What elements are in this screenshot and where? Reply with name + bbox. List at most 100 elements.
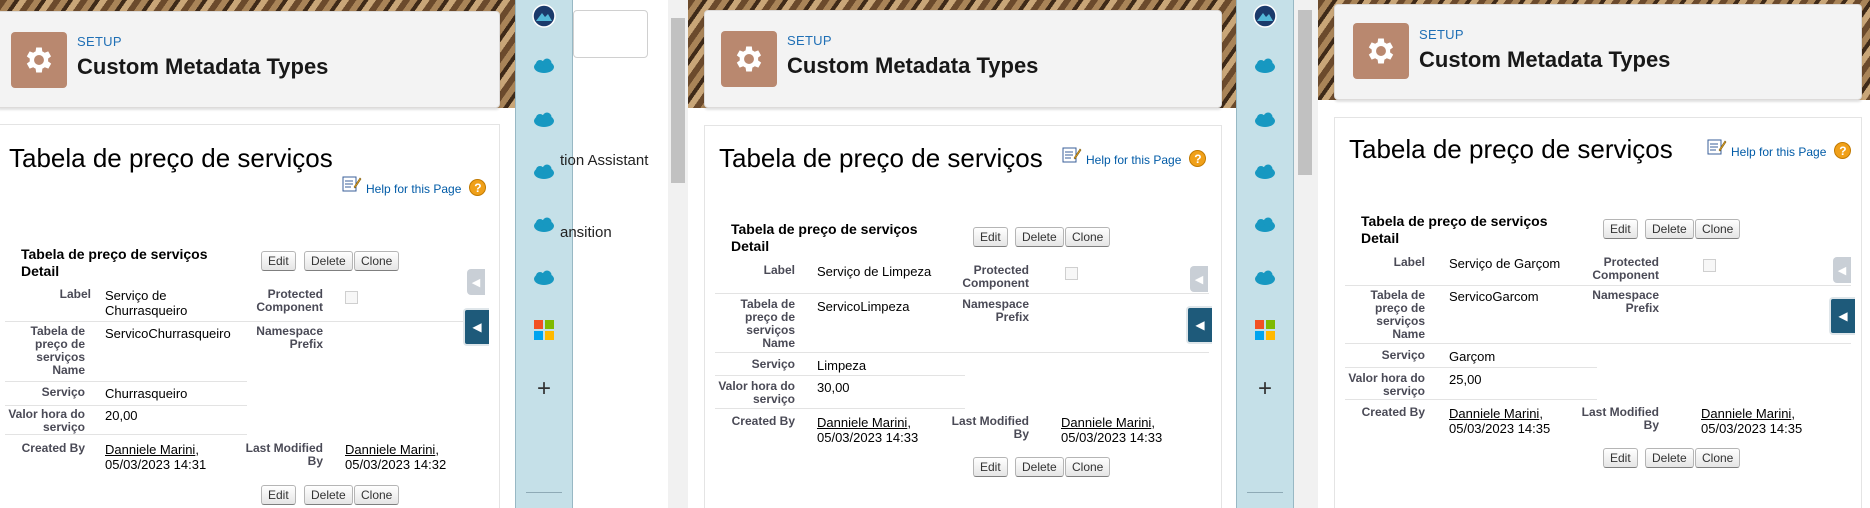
protected-component-label: Protected Component [256, 287, 323, 314]
created-by-user-link[interactable]: Danniele Marini [105, 442, 195, 457]
setup-eyebrow[interactable]: SETUP [77, 34, 122, 49]
clone-button[interactable]: Clone [1065, 227, 1111, 247]
help-link-label[interactable]: Help for this Page [1731, 145, 1826, 159]
modified-date: 05/03/2023 14:33 [1061, 430, 1163, 445]
scrollbar-thumb[interactable] [1298, 10, 1312, 175]
help-page-icon [342, 175, 362, 196]
clone-button[interactable]: Clone [1065, 457, 1111, 477]
modified-date: 05/03/2023 14:35 [1701, 421, 1803, 436]
protected-component-label: Protected Component [1592, 255, 1659, 282]
valor-field-value: 20,00 [105, 408, 138, 423]
help-question-icon[interactable]: ? [1189, 150, 1207, 167]
help-link[interactable]: Help for this Page ? [342, 175, 487, 196]
delete-button[interactable]: Delete [1015, 457, 1064, 477]
microsoft-icon[interactable] [1255, 320, 1275, 340]
scroll-left-tab[interactable]: ◀ [467, 269, 485, 295]
row-separator [5, 434, 247, 435]
salesforce-cloud-icon[interactable] [1253, 270, 1277, 286]
clone-button[interactable]: Clone [1695, 448, 1741, 468]
trailhead-icon[interactable] [532, 4, 556, 28]
help-question-icon[interactable]: ? [469, 179, 487, 196]
page-title: Tabela de preço de serviços [9, 143, 333, 173]
salesforce-cloud-icon[interactable] [532, 112, 556, 128]
help-page-icon [1707, 138, 1727, 159]
clone-button[interactable]: Clone [354, 251, 400, 271]
row-separator [715, 352, 1209, 353]
help-link[interactable]: Help for this Page ? [1062, 146, 1207, 167]
microsoft-icon[interactable] [534, 320, 554, 340]
chevron-left-icon: ◀ [471, 276, 481, 289]
name-field-label: Tabela de preço de serviços Name [1370, 288, 1425, 341]
collapse-panel-tab[interactable]: ◀ [463, 308, 489, 346]
salesforce-cloud-icon[interactable] [532, 270, 556, 286]
help-link[interactable]: Help for this Page ? [1707, 138, 1852, 159]
setup-eyebrow[interactable]: SETUP [787, 33, 832, 48]
clone-button[interactable]: Clone [1695, 219, 1741, 239]
side-panel-item[interactable]: tion Assistant [560, 152, 648, 169]
help-page-icon [1062, 146, 1082, 167]
row-separator [1345, 285, 1851, 286]
row-separator [715, 375, 965, 376]
salesforce-cloud-icon[interactable] [532, 164, 556, 180]
chevron-left-icon: ◀ [1838, 309, 1848, 323]
help-question-icon[interactable]: ? [1834, 142, 1852, 159]
edit-button[interactable]: Edit [1603, 219, 1638, 239]
created-by-user-link[interactable]: Danniele Marini [817, 415, 907, 430]
salesforce-cloud-icon[interactable] [532, 217, 556, 233]
trailhead-icon[interactable] [1253, 4, 1277, 28]
delete-button[interactable]: Delete [304, 251, 353, 271]
edit-button[interactable]: Edit [973, 457, 1008, 477]
name-field-value: ServicoGarcom [1449, 289, 1539, 304]
plus-icon[interactable]: + [1258, 377, 1272, 401]
help-link-label[interactable]: Help for this Page [366, 182, 461, 196]
collapse-panel-tab[interactable]: ◀ [1186, 306, 1212, 344]
search-input[interactable] [573, 10, 648, 58]
delete-button[interactable]: Delete [1645, 448, 1694, 468]
row-separator [5, 321, 485, 322]
label-field-value: Serviço de Churrasqueiro [105, 288, 188, 318]
edit-button[interactable]: Edit [261, 485, 296, 505]
plus-icon[interactable]: + [537, 377, 551, 401]
name-field-value: ServicoChurrasqueiro [105, 326, 231, 341]
delete-button[interactable]: Delete [1645, 219, 1694, 239]
modified-by-user-link[interactable]: Danniele Marini [345, 442, 435, 457]
created-by-label: Created By [1361, 405, 1425, 419]
setup-eyebrow[interactable]: SETUP [1419, 27, 1464, 42]
delete-button[interactable]: Delete [1015, 227, 1064, 247]
clone-button[interactable]: Clone [354, 485, 400, 505]
setup-header: SETUP Custom Metadata Types [0, 11, 500, 108]
salesforce-cloud-icon[interactable] [1253, 164, 1277, 180]
help-link-label[interactable]: Help for this Page [1086, 153, 1181, 167]
scrollbar-thumb[interactable] [671, 18, 685, 183]
utility-bar: + [515, 0, 573, 508]
salesforce-cloud-icon[interactable] [532, 58, 556, 74]
servico-field-label: Serviço [1381, 348, 1425, 362]
row-separator [5, 381, 247, 382]
edit-button[interactable]: Edit [973, 227, 1008, 247]
servico-field-label: Serviço [41, 385, 85, 399]
collapse-panel-tab[interactable]: ◀ [1829, 297, 1855, 335]
valor-field-label: Valor hora do serviço [1348, 371, 1425, 398]
scroll-left-tab[interactable]: ◀ [1833, 257, 1851, 283]
delete-button[interactable]: Delete [304, 485, 353, 505]
setup-header: SETUP Custom Metadata Types [704, 10, 1222, 108]
scroll-left-tab[interactable]: ◀ [1190, 266, 1208, 292]
detail-card: Tabela de preço de serviços Help for thi… [704, 125, 1222, 508]
label-field-value: Serviço de Limpeza [817, 264, 932, 279]
salesforce-cloud-icon[interactable] [1253, 112, 1277, 128]
side-panel-item[interactable]: ansition [560, 224, 612, 241]
last-modified-by-label: Last Modified By [951, 414, 1029, 441]
created-by-user-link[interactable]: Danniele Marini [1449, 406, 1539, 421]
modified-by-user-link[interactable]: Danniele Marini [1061, 415, 1151, 430]
chevron-left-icon: ◀ [1194, 273, 1204, 286]
modified-by-user-link[interactable]: Danniele Marini [1701, 406, 1791, 421]
salesforce-cloud-icon[interactable] [1253, 58, 1277, 74]
salesforce-cloud-icon[interactable] [1253, 217, 1277, 233]
label-field-label: Label [59, 287, 91, 301]
namespace-prefix-label: Namespace Prefix [256, 324, 323, 351]
protected-component-label: Protected Component [962, 263, 1029, 290]
edit-button[interactable]: Edit [261, 251, 296, 271]
edit-button[interactable]: Edit [1603, 448, 1638, 468]
servico-field-value: Limpeza [817, 358, 867, 373]
valor-field-label: Valor hora do serviço [8, 407, 85, 434]
